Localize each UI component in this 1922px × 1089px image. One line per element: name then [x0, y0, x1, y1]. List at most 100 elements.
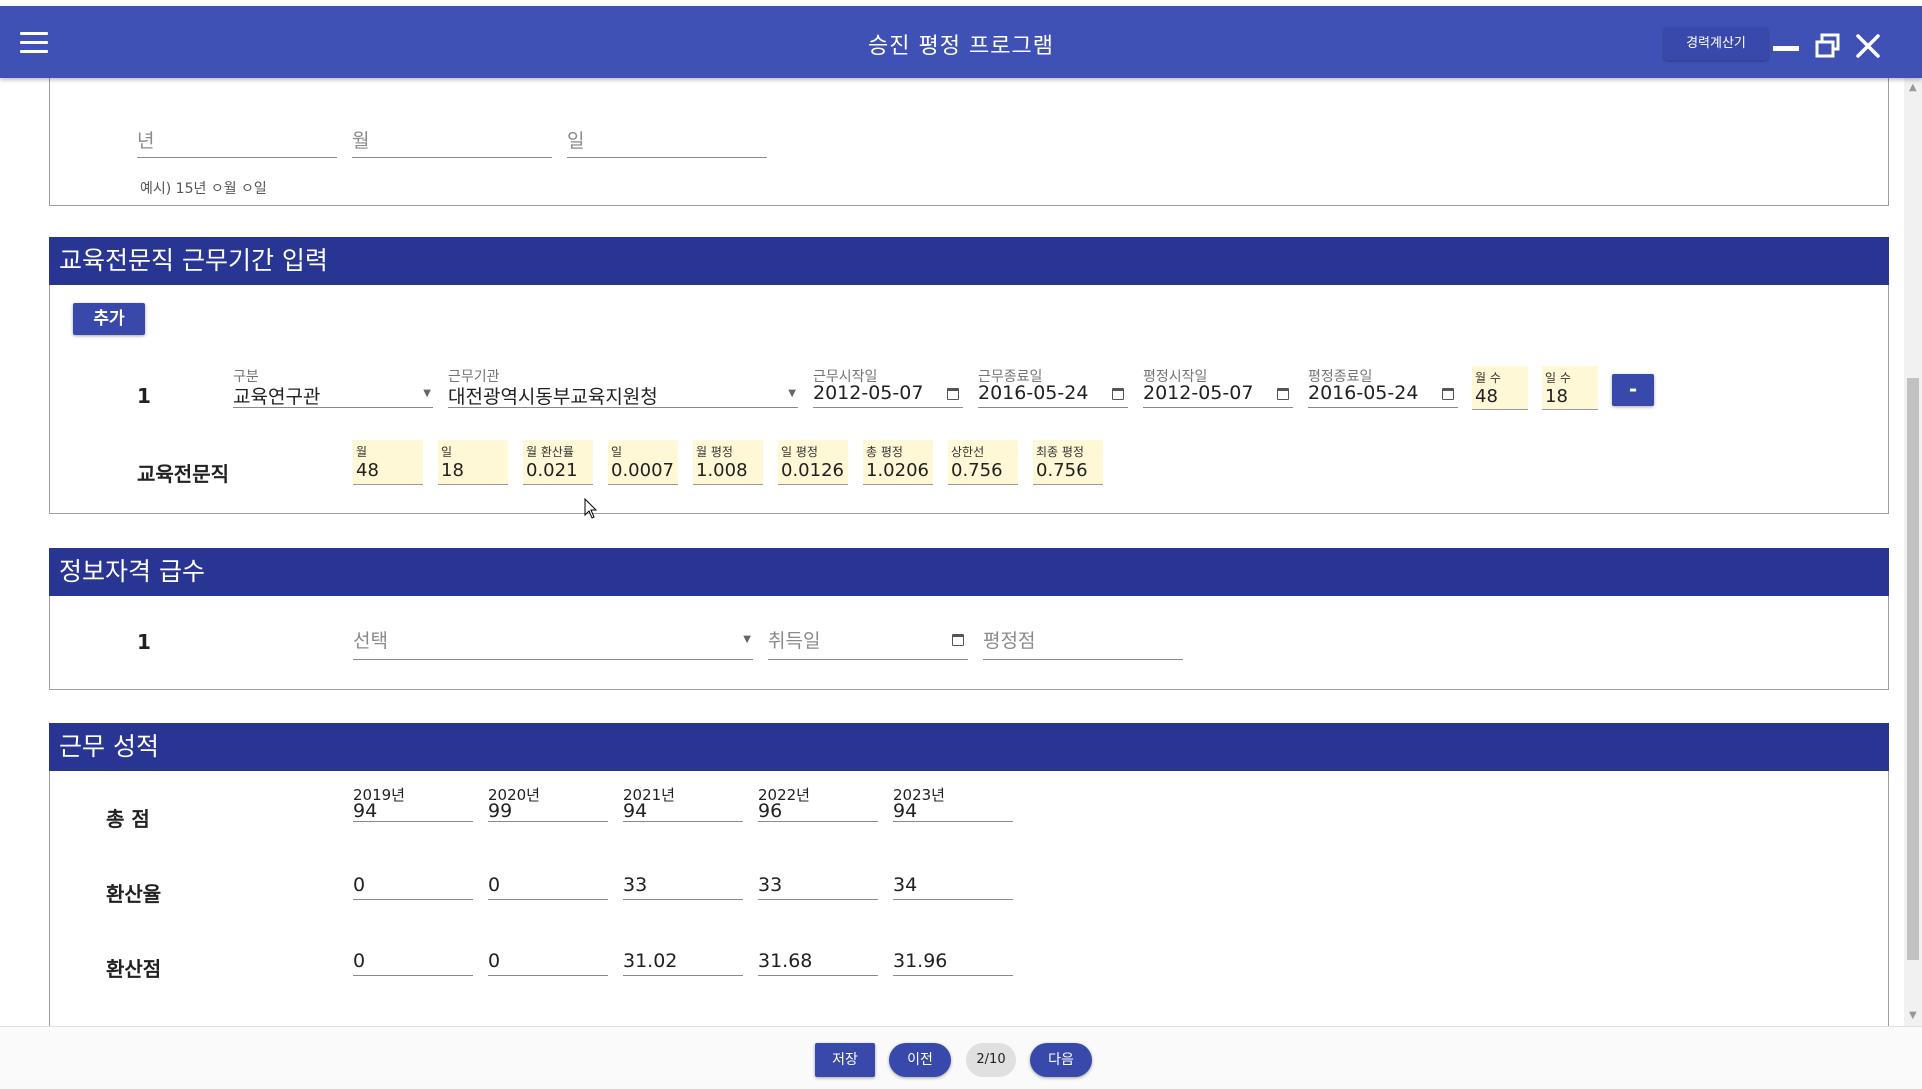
- months-count[interactable]: 월 수 48: [1472, 366, 1528, 410]
- restore-icon[interactable]: [1814, 32, 1842, 60]
- summary-field-value: 0.021: [526, 460, 578, 481]
- scroll-down-icon[interactable]: ▼: [1909, 1010, 1917, 1021]
- work-start-date[interactable]: 근무시작일 2012-05-07: [813, 366, 963, 408]
- summary-field-value: 48: [356, 460, 379, 481]
- converted-score-field[interactable]: 0: [353, 940, 473, 976]
- field-underline: [623, 975, 743, 976]
- days-count[interactable]: 일 수 18: [1542, 366, 1598, 410]
- field-underline: [893, 899, 1013, 900]
- field-underline: [353, 821, 473, 822]
- summary-field[interactable]: 최종 평정 0.756: [1033, 440, 1103, 485]
- summary-field-label: 일 평정: [781, 445, 818, 459]
- summary-field-value: 0.756: [1036, 460, 1088, 481]
- converted-score-field[interactable]: 0: [488, 940, 608, 976]
- field-underline: [488, 899, 608, 900]
- rate-field[interactable]: 33: [623, 864, 743, 900]
- month-field[interactable]: 월: [352, 122, 552, 158]
- edu-summary-label: 교육전문직: [137, 462, 229, 486]
- field-underline: [758, 821, 878, 822]
- chevron-down-icon: ▼: [788, 388, 796, 399]
- license-select[interactable]: 선택 ▼: [353, 622, 753, 660]
- info-section-title: 정보자격 급수: [49, 548, 1889, 596]
- acquired-date[interactable]: 취득일: [768, 622, 968, 660]
- eval-end-date[interactable]: 평정종료일 2016-05-24: [1308, 366, 1458, 408]
- scroll-thumb[interactable]: [1907, 378, 1919, 960]
- score-value: 34: [893, 874, 918, 896]
- field-underline: [893, 975, 1013, 976]
- summary-field[interactable]: 총 평정 1.0206: [863, 440, 933, 485]
- minimize-icon[interactable]: [1773, 46, 1799, 51]
- rate-field[interactable]: 0: [488, 864, 608, 900]
- chevron-down-icon: ▼: [423, 388, 431, 399]
- calendar-icon[interactable]: [952, 634, 964, 646]
- field-underline: [623, 821, 743, 822]
- total-score-field[interactable]: 2022년 96: [758, 786, 878, 822]
- score-value: 96: [758, 800, 783, 822]
- summary-field[interactable]: 일 0.0007: [608, 440, 678, 485]
- score-field[interactable]: 평정점: [983, 622, 1183, 660]
- score-value: 33: [623, 874, 648, 896]
- converted-score-field[interactable]: 31.68: [758, 940, 878, 976]
- calendar-icon[interactable]: [1277, 388, 1289, 400]
- summary-field[interactable]: 일 18: [438, 440, 508, 485]
- total-score-field[interactable]: 2019년 94: [353, 786, 473, 822]
- total-score-field[interactable]: 2021년 94: [623, 786, 743, 822]
- prev-button[interactable]: 이전: [889, 1043, 951, 1077]
- score-value: 0: [488, 874, 501, 896]
- score-value: 99: [488, 800, 513, 822]
- summary-field[interactable]: 월 평정 1.008: [693, 440, 763, 485]
- rate-field[interactable]: 0: [353, 864, 473, 900]
- summary-field-label: 월 평정: [696, 445, 733, 459]
- score-value: 0: [353, 874, 366, 896]
- summary-field[interactable]: 일 평정 0.0126: [778, 440, 848, 485]
- calendar-icon[interactable]: [1112, 388, 1124, 400]
- rate-field[interactable]: 34: [893, 864, 1013, 900]
- main-scroll-area[interactable]: 년 월 일 예시) 15년 ㅇ월 ㅇ일 교육전문직 근무기간 입력 추가 1 구…: [0, 78, 1922, 1026]
- total-score-field[interactable]: 2020년 99: [488, 786, 608, 822]
- summary-field-label: 월: [356, 445, 368, 459]
- summary-field-value: 0.0007: [611, 460, 674, 481]
- total-score-field[interactable]: 2023년 94: [893, 786, 1013, 822]
- rate-field[interactable]: 33: [758, 864, 878, 900]
- org-select[interactable]: 근무기관 대전광역시동부교육지원청 ▼: [448, 366, 798, 408]
- mouse-cursor-icon: [584, 498, 598, 519]
- score-value: 94: [893, 800, 918, 822]
- summary-field-value: 0.756: [951, 460, 1003, 481]
- work-end-date[interactable]: 근무종료일 2016-05-24: [978, 366, 1128, 408]
- summary-field-value: 1.0206: [866, 460, 929, 481]
- day-field[interactable]: 일: [567, 122, 767, 158]
- save-button[interactable]: 저장: [815, 1043, 875, 1077]
- chevron-down-icon: ▼: [743, 634, 751, 645]
- converted-score-field[interactable]: 31.02: [623, 940, 743, 976]
- rate-label: 환산율: [106, 882, 162, 906]
- score-value: 33: [758, 874, 783, 896]
- field-underline: [758, 975, 878, 976]
- page-indicator: 2/10: [966, 1043, 1016, 1077]
- field-underline: [758, 899, 878, 900]
- calendar-icon[interactable]: [1442, 388, 1454, 400]
- performance-section-title: 근무 성적: [49, 723, 1889, 771]
- add-button[interactable]: 추가: [73, 303, 145, 335]
- type-select[interactable]: 구분 교육연구관 ▼: [233, 366, 433, 408]
- field-underline: [353, 899, 473, 900]
- summary-field-value: 0.0126: [781, 460, 844, 481]
- summary-field-label: 상한선: [951, 445, 985, 459]
- calendar-icon[interactable]: [947, 388, 959, 400]
- summary-field[interactable]: 상한선 0.756: [948, 440, 1018, 485]
- eval-start-date[interactable]: 평정시작일 2012-05-07: [1143, 366, 1293, 408]
- next-button[interactable]: 다음: [1030, 1043, 1092, 1077]
- summary-field[interactable]: 월 환산률 0.021: [523, 440, 593, 485]
- app-title: 승진 평정 프로그램: [868, 34, 1054, 59]
- edu-row-index: 1: [137, 384, 151, 408]
- scroll-up-icon[interactable]: ▲: [1909, 82, 1917, 93]
- vertical-scrollbar[interactable]: ▲ ▼: [1904, 78, 1922, 1026]
- close-icon[interactable]: [1852, 30, 1884, 62]
- year-field[interactable]: 년: [137, 122, 337, 158]
- remove-row-button[interactable]: -: [1612, 374, 1654, 406]
- info-row-index: 1: [137, 630, 151, 654]
- summary-field-value: 18: [441, 460, 464, 481]
- career-calculator-button[interactable]: 경력계산기: [1664, 28, 1768, 60]
- converted-score-field[interactable]: 31.96: [893, 940, 1013, 976]
- summary-field[interactable]: 월 48: [353, 440, 423, 485]
- field-underline: [353, 975, 473, 976]
